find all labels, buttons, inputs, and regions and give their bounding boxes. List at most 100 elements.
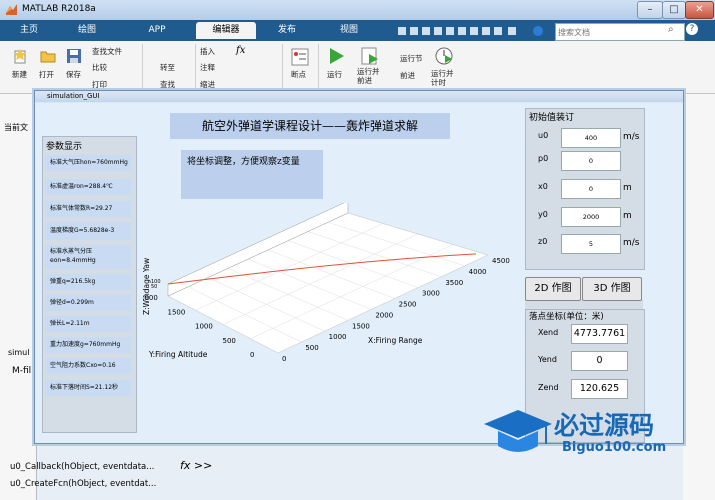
x-tick-label: 2500 (399, 301, 417, 309)
tab-editor[interactable]: 编辑器 (196, 22, 256, 39)
params-panel: 参数显示 标准大气压hon=760mmHg 标准虚温ron=288.4℃ 标准气… (42, 136, 137, 433)
watermark: 必过源码 Biguo100.com (482, 404, 714, 464)
save-button[interactable]: 保存 (66, 69, 81, 80)
tab-home[interactable]: 主页 (8, 22, 50, 39)
graduation-cap-logo (484, 410, 552, 452)
z-tick-label: 50 (151, 284, 157, 290)
param-item: 空气阻力系数Cxo=0.16 (46, 358, 131, 374)
param-item: 弹径d=0.299m (46, 295, 131, 311)
y-axis-label: Y:Firing Altitude (148, 350, 208, 359)
run-icon (330, 48, 344, 64)
close-button[interactable]: ✕ (685, 1, 714, 19)
chart-floor (167, 212, 489, 354)
tab-apps[interactable]: APP (136, 22, 178, 39)
x-tick-label: 3500 (445, 279, 463, 287)
function-list-item[interactable]: u0_CreateFcn(hObject, eventdat... (10, 479, 156, 489)
run-and-time-button[interactable]: 运行并 计时 (431, 69, 454, 87)
input-field-z0[interactable]: 5 (561, 234, 621, 254)
ribbon-divider (195, 44, 196, 88)
indent-button[interactable]: 缩进 (200, 79, 215, 90)
x-tick-label: 2000 (375, 311, 393, 319)
find-button[interactable]: 查找 (160, 79, 175, 90)
save-disk-icon (67, 49, 81, 63)
initial-values-title: 初始值装订 (529, 113, 575, 123)
x-tick-label: 500 (305, 344, 318, 352)
input-unit-z0: m/s (623, 238, 640, 248)
param-item: 标准下落时间S=21.12秒 (46, 380, 131, 396)
watermark-title: 必过源码 (554, 411, 655, 440)
matlab-logo-icon (6, 4, 17, 15)
run-button[interactable]: 运行 (327, 69, 342, 80)
search-documentation-input[interactable] (555, 23, 685, 41)
advance-button[interactable]: 前进 (400, 70, 415, 81)
x-tick-label: 4000 (469, 268, 487, 276)
input-field-u0[interactable]: 400 (561, 128, 621, 148)
impact-label-yend: Yend (538, 355, 557, 364)
compare-button[interactable]: 比较 (92, 62, 107, 73)
run-section-button[interactable]: 运行节 (400, 53, 423, 64)
param-item: 标准大气压hon=760mmHg (46, 155, 131, 171)
gui-title: simulation_GUI (47, 92, 100, 100)
y-tick-label: 1000 (195, 323, 213, 331)
impact-value-zend: 120.625 (571, 379, 628, 399)
x-axis-label: X:Firing Range (368, 336, 423, 345)
tab-plots[interactable]: 绘图 (66, 22, 108, 39)
input-label-u0: u0 (538, 131, 549, 140)
function-list-item[interactable]: u0_Callback(hObject, eventdata... (10, 462, 154, 472)
run-and-advance-button[interactable]: 运行并 前进 (357, 67, 380, 85)
search-icon[interactable]: ⌕ (668, 24, 674, 35)
params-title: 参数显示 (46, 142, 83, 152)
input-label-z0: z0 (538, 237, 548, 246)
param-item: 标准水蒸气分压eon=8.4mmHg (46, 245, 131, 269)
minimize-button[interactable]: – (637, 1, 663, 19)
title-bar: MATLAB R2018a – □ ✕ (0, 0, 715, 21)
run-and-time-icon (435, 47, 453, 65)
find-files-button[interactable]: 查找文件 (92, 46, 122, 57)
input-field-p0[interactable]: 0 (561, 151, 621, 171)
input-unit-x0: m (623, 183, 632, 193)
goto-button[interactable]: 转至 (160, 62, 175, 73)
plot-2d-button[interactable]: 2D 作图 (525, 277, 581, 301)
simulation-gui-window: simulation_GUI 航空外弹道学课程设计——轰炸弹道求解 将坐标调整，… (34, 90, 684, 444)
plot-3d-button[interactable]: 3D 作图 (582, 277, 642, 301)
print-button[interactable]: 打印 (92, 79, 107, 90)
impact-label-xend: Xend (538, 328, 559, 337)
impact-label-zend: Zend (538, 383, 559, 392)
breakpoints-button[interactable]: 断点 (291, 69, 306, 80)
left-pane (0, 94, 37, 500)
app-title: MATLAB R2018a (22, 4, 96, 14)
impact-value-xend: 4773.7761 (571, 324, 628, 344)
comment-button[interactable]: 注释 (200, 62, 215, 73)
input-label-x0: x0 (538, 182, 548, 191)
new-file-icon (14, 49, 26, 64)
mfile-label: M-fil (12, 366, 32, 376)
input-field-x0[interactable]: 0 (561, 179, 621, 199)
open-button[interactable]: 打开 (39, 69, 54, 80)
maximize-button[interactable]: □ (662, 1, 686, 19)
insert-button[interactable]: 插入 (200, 46, 215, 57)
fx-button[interactable]: fx (236, 45, 245, 56)
tab-publish[interactable]: 发布 (266, 22, 308, 39)
gui-heading: 航空外弹道学课程设计——轰炸弹道求解 (170, 113, 450, 139)
command-prompt[interactable]: fx >> (180, 459, 212, 472)
current-folder-label: 当前文 (4, 123, 28, 132)
x-tick-label: 0 (282, 355, 286, 363)
ribbon-divider (282, 44, 283, 88)
help-icon[interactable]: ? (686, 23, 698, 35)
param-item: 弹长L=2.11m (46, 316, 131, 332)
gui-title-bar: simulation_GUI (35, 91, 683, 102)
y-tick-label: 0 (250, 351, 254, 359)
input-field-y0[interactable]: 2000 (561, 207, 621, 227)
watermark-url: Biguo100.com (562, 440, 667, 455)
quick-access-icons (398, 26, 543, 36)
gui-note: 将坐标调整，方便观察z变量 (181, 150, 323, 199)
ribbon-divider (142, 44, 143, 88)
new-button[interactable]: 新建 (12, 69, 27, 80)
gui-body: 航空外弹道学课程设计——轰炸弹道求解 将坐标调整，方便观察z变量 参数显示 标准… (35, 103, 683, 443)
tab-view[interactable]: 视图 (328, 22, 370, 39)
impact-title: 落点坐标(单位：米) (529, 312, 604, 322)
param-item: 弹重q=216.5kg (46, 274, 131, 290)
x-tick-label: 4500 (492, 257, 510, 265)
x-tick-label: 1500 (352, 322, 370, 330)
param-item: 标准气体常数R=29.27 (46, 201, 131, 217)
